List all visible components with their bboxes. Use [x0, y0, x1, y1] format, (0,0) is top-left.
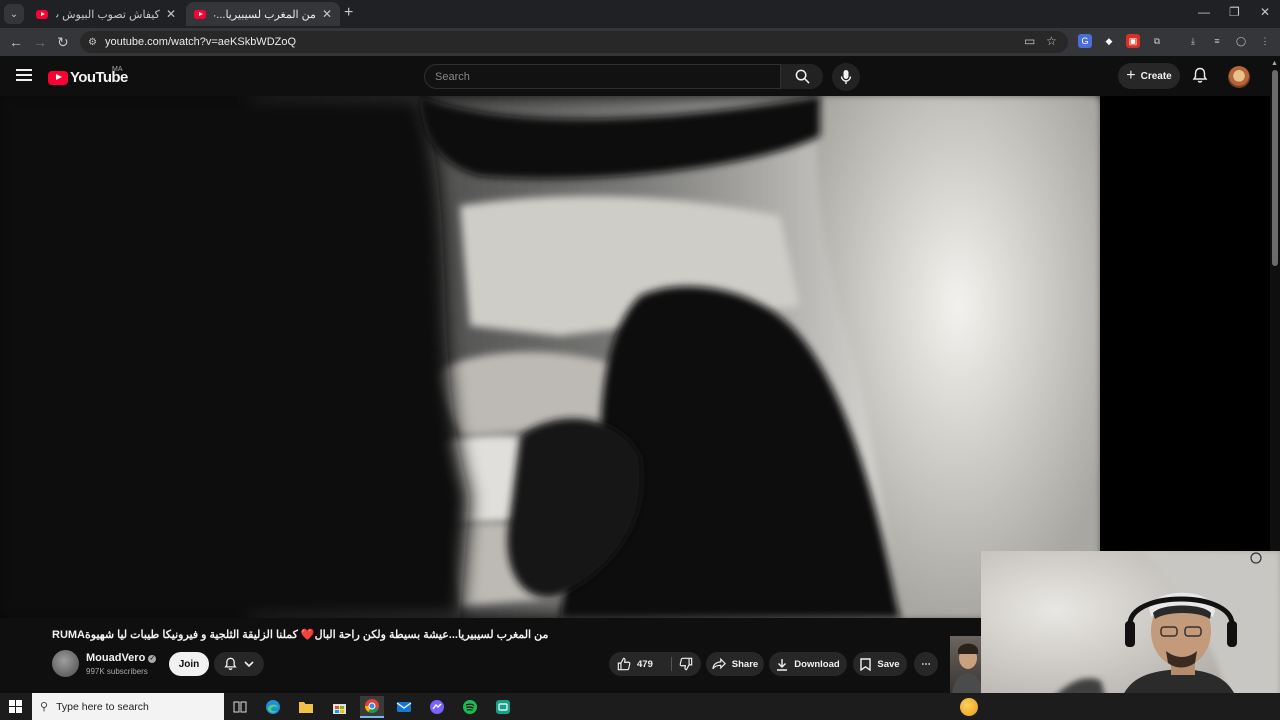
spotify-icon[interactable] [459, 696, 481, 718]
store-icon[interactable] [328, 696, 350, 718]
address-bar[interactable]: ⚙ youtube.com/watch?v=aeKSkbWDZoQ [80, 31, 1068, 53]
tab-close-icon[interactable]: ✕ [322, 7, 332, 21]
bookmark-star-icon[interactable]: ☆ [1046, 34, 1057, 48]
search-icon: ⚲ [40, 701, 49, 713]
plus-icon: + [1126, 67, 1136, 84]
save-label: Save [877, 658, 900, 670]
scroll-up-arrow-icon[interactable]: ▲ [1271, 60, 1278, 67]
close-window-button[interactable]: ✕ [1260, 5, 1270, 19]
minimize-button[interactable]: — [1198, 5, 1210, 19]
extension-red-icon[interactable]: ▣ [1126, 34, 1140, 48]
notifications-bell-icon[interactable] [1192, 67, 1208, 89]
like-divider [671, 657, 672, 671]
browser-menu-icon[interactable]: ⋮ [1258, 34, 1272, 48]
video-player[interactable] [0, 96, 1100, 618]
download-icon [777, 658, 788, 671]
channel-name-text: MouadVero [86, 652, 146, 664]
microphone-icon [840, 70, 852, 84]
tab-title: من المغرب لسيبيريا...عيشة بسيطة [214, 8, 316, 21]
forward-arrow-icon[interactable]: → [33, 34, 47, 50]
video-title: RUMAمن المغرب لسيبيريا...عيشة بسيطة ولكن… [52, 629, 549, 641]
edge-browser-icon[interactable] [262, 696, 284, 718]
search-placeholder: Search [435, 70, 470, 83]
chevron-down-icon [244, 660, 254, 667]
youtube-logo[interactable]: YouTube MA [48, 66, 128, 86]
subscriber-count: 997K subscribers [86, 667, 148, 676]
channel-avatar[interactable] [52, 650, 79, 677]
mail-icon[interactable] [393, 696, 415, 718]
join-button[interactable]: Join [169, 652, 209, 676]
taskbar-search-input[interactable]: ⚲ Type here to search [32, 693, 224, 720]
chrome-icon[interactable] [360, 696, 384, 718]
bell-icon [224, 657, 237, 670]
share-button[interactable]: Share [706, 652, 764, 676]
reading-list-icon[interactable]: ≡ [1210, 34, 1224, 48]
weather-tray-icon[interactable] [960, 698, 978, 716]
browser-tab-strip: ⌄ كيفاش تصوب البيوش ب الاعشاب ✕ من المغر… [0, 0, 1280, 28]
task-view-icon[interactable] [229, 696, 251, 718]
tab-title: كيفاش تصوب البيوش ب الاعشاب [56, 8, 160, 21]
country-code: MA [112, 66, 123, 73]
create-label: Create [1140, 70, 1172, 82]
account-avatar[interactable] [1228, 66, 1250, 88]
browser-tab-2-active[interactable]: من المغرب لسيبيريا...عيشة بسيطة ✕ [186, 2, 340, 26]
taskbar-search-placeholder: Type here to search [56, 700, 149, 713]
install-app-icon[interactable]: ▭ [1024, 34, 1035, 48]
download-label: Download [794, 658, 840, 670]
save-button[interactable]: Save [853, 652, 907, 676]
verified-check-icon: ✓ [148, 655, 157, 663]
app-green-icon[interactable] [492, 696, 514, 718]
reload-icon[interactable]: ↻ [57, 34, 69, 51]
player-side-area [1100, 96, 1270, 551]
browser-toolbar: ← → ↻ ⚙ youtube.com/watch?v=aeKSkbWDZoQ … [0, 28, 1280, 56]
create-button[interactable]: + Create [1118, 63, 1180, 89]
youtube-header: YouTube MA Search + Create [0, 56, 1280, 96]
youtube-favicon-icon [194, 9, 206, 19]
tab-close-icon[interactable]: ✕ [166, 7, 176, 21]
related-video-thumbnail[interactable] [950, 636, 981, 693]
profile-icon[interactable]: ◯ [1234, 34, 1248, 48]
channel-name[interactable]: MouadVero ✓ [86, 652, 157, 664]
url-text: youtube.com/watch?v=aeKSkbWDZoQ [104, 36, 297, 48]
messenger-app-icon[interactable] [426, 696, 448, 718]
search-icon [795, 69, 810, 84]
youtube-favicon-icon [36, 9, 48, 19]
dislike-thumb-icon[interactable] [679, 657, 693, 671]
menu-hamburger-icon[interactable] [16, 69, 32, 81]
search-button[interactable] [781, 64, 823, 89]
like-dislike-group: 479 [609, 652, 701, 676]
translate-extension-icon[interactable]: G [1078, 34, 1092, 48]
download-button[interactable]: Download [769, 652, 847, 676]
back-arrow-icon[interactable]: ← [9, 34, 23, 50]
share-arrow-icon [712, 658, 726, 670]
bookmark-icon [860, 657, 872, 671]
scrollbar-thumb[interactable] [1272, 70, 1278, 266]
like-count[interactable]: 479 [637, 659, 653, 670]
like-thumb-icon[interactable] [617, 657, 631, 671]
browser-tab-1[interactable]: كيفاش تصوب البيوش ب الاعشاب ✕ [28, 2, 184, 26]
share-label: Share [731, 658, 759, 670]
tab-search-button[interactable]: ⌄ [4, 4, 24, 24]
restore-button[interactable]: ❐ [1229, 5, 1240, 19]
site-info-icon[interactable]: ⚙ [88, 37, 97, 48]
search-input[interactable]: Search [424, 64, 781, 89]
subscription-notifications-button[interactable] [214, 652, 264, 676]
new-tab-button[interactable]: + [344, 4, 353, 22]
youtube-play-logo-icon [48, 70, 68, 85]
extension-diamond-icon[interactable]: ◆ [1102, 34, 1116, 48]
more-actions-icon[interactable]: ⋯ [914, 652, 938, 676]
video-frame-image [0, 96, 1100, 618]
windows-taskbar: ⚲ Type here to search [0, 693, 1280, 720]
extensions-puzzle-icon[interactable]: ⧉ [1150, 34, 1164, 48]
windows-start-icon[interactable] [9, 700, 22, 718]
file-explorer-icon[interactable] [295, 696, 317, 718]
downloads-icon[interactable]: ⤓ [1186, 34, 1200, 48]
voice-search-button[interactable] [832, 63, 860, 91]
